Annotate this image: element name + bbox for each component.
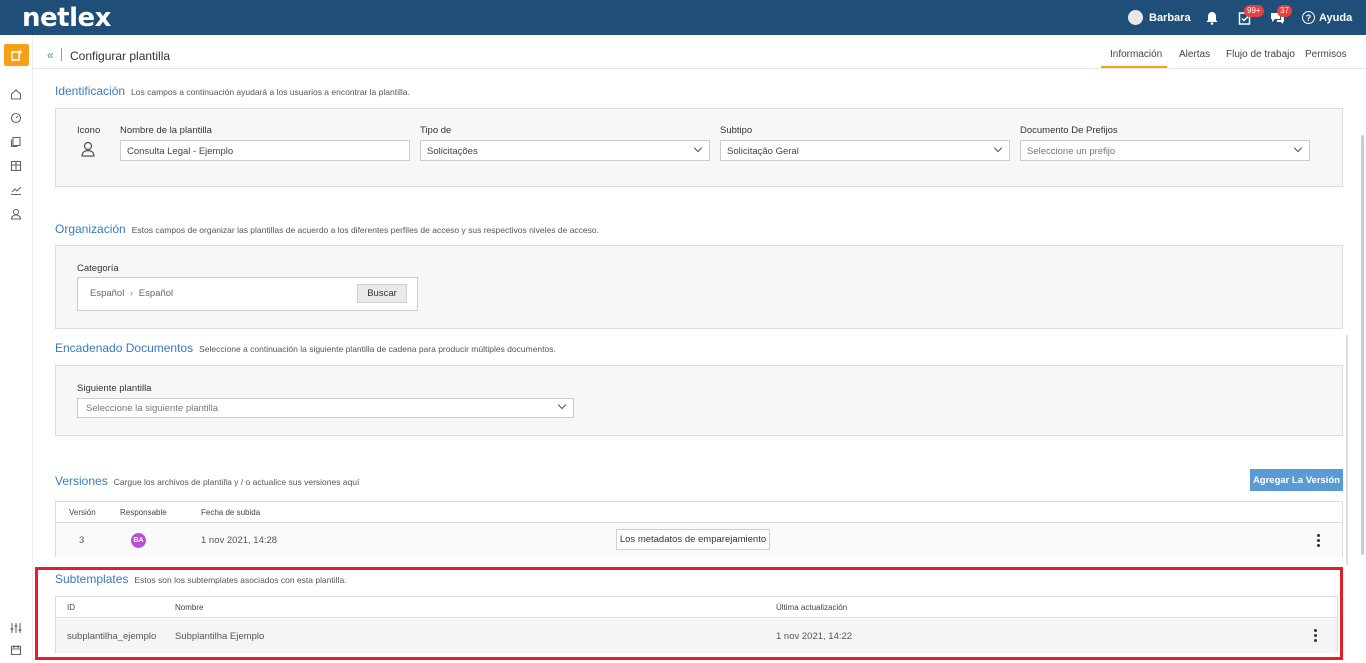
- settings-sliders-icon[interactable]: [9, 621, 23, 635]
- organizacion-header: Organización Estos campos de organizar l…: [55, 222, 599, 236]
- user-icon[interactable]: [9, 207, 23, 221]
- section-title: Identificación: [55, 84, 126, 98]
- home-icon[interactable]: [9, 87, 23, 101]
- netlex-logo[interactable]: netlex: [22, 3, 111, 33]
- tab-flujo-de-trabajo[interactable]: Flujo de trabajo: [1226, 49, 1295, 60]
- user-name: Barbara: [1149, 11, 1191, 24]
- content-divider: [1346, 335, 1348, 565]
- identificacion-header: Identificación Los campos a continuación…: [55, 84, 410, 98]
- subtype-value: Solicitação Geral: [727, 146, 799, 157]
- column-header: ID: [67, 603, 75, 612]
- tasks-badge: 99+: [1244, 5, 1264, 17]
- help-icon: ?: [1302, 11, 1315, 24]
- reports-icon[interactable]: [9, 183, 23, 197]
- documents-icon[interactable]: [9, 135, 23, 149]
- template-name-field[interactable]: Consulta Legal - Ejemplo: [120, 140, 410, 161]
- id-cell: subplantilha_ejemplo: [67, 631, 157, 642]
- encadenado-header: Encadenado Documentos Seleccione a conti…: [55, 341, 556, 355]
- subtype-label: Subtipo: [720, 125, 753, 136]
- prefix-select[interactable]: Seleccione un prefijo: [1020, 140, 1310, 161]
- column-header: Versión: [69, 508, 96, 517]
- template-user-icon[interactable]: [79, 140, 97, 161]
- chat-badge: 37: [1277, 5, 1292, 17]
- help-label: Ayuda: [1319, 11, 1353, 24]
- chevron-down-icon: [693, 143, 703, 153]
- more-options-icon[interactable]: [1314, 629, 1317, 642]
- subtemplates-header: Subtemplates Estos son los subtemplates …: [55, 572, 347, 586]
- help-link[interactable]: ? Ayuda: [1302, 11, 1352, 24]
- calendar-icon[interactable]: [9, 643, 23, 657]
- type-value: Solicitações: [427, 146, 478, 157]
- section-title: Subtemplates: [55, 572, 129, 586]
- tab-alertas[interactable]: Alertas: [1179, 49, 1210, 60]
- type-select[interactable]: Solicitações: [420, 140, 710, 161]
- identificacion-panel: Icono Nombre de la plantilla Consulta Le…: [55, 108, 1343, 187]
- column-header: Última actualización: [776, 603, 848, 612]
- chevron-down-icon: [993, 143, 1003, 153]
- collapse-icon[interactable]: «: [47, 48, 54, 62]
- name-label: Nombre de la plantilla: [120, 125, 212, 136]
- column-header: Nombre: [175, 603, 204, 612]
- avatar: BA: [131, 533, 146, 548]
- chevron-down-icon: [1293, 143, 1303, 153]
- top-bar: netlex Barbara 99+ 37 ? Ayuda: [0, 0, 1366, 35]
- breadcrumb-item: Español: [90, 288, 125, 299]
- tab-informacion[interactable]: Información: [1110, 49, 1162, 60]
- section-description: Seleccione a continuación la siguiente p…: [199, 344, 556, 354]
- metadata-matching-button[interactable]: Los metadatos de emparejamiento: [616, 529, 770, 550]
- user-avatar: [1128, 10, 1143, 25]
- chevron-down-icon: [557, 400, 567, 410]
- section-description: Estos campos de organizar las plantillas…: [131, 225, 599, 235]
- dashboard-icon[interactable]: [9, 111, 23, 125]
- table-header: Versión Responsable Fecha de subida: [56, 502, 1342, 523]
- versions-table: Versión Responsable Fecha de subida 3 BA…: [55, 501, 1343, 557]
- subtemplates-table: ID Nombre Última actualización subplanti…: [55, 596, 1338, 653]
- breadcrumb-item: Español: [138, 288, 174, 299]
- templates-icon[interactable]: [4, 44, 29, 66]
- organizacion-panel: Categoría Español › Español Buscar: [55, 245, 1343, 329]
- category-field[interactable]: Español › Español Buscar: [77, 277, 418, 311]
- column-header: Responsable: [120, 508, 167, 517]
- tab-permisos[interactable]: Permisos: [1305, 49, 1347, 60]
- page-title: Configurar plantilla: [70, 49, 171, 63]
- type-label: Tipo de: [420, 125, 452, 136]
- left-rail: [0, 35, 33, 663]
- updated-cell: 1 nov 2021, 14:22: [776, 631, 853, 642]
- board-icon[interactable]: [9, 159, 23, 173]
- header-divider: [33, 68, 1366, 69]
- next-template-select[interactable]: Seleccione la siguiente plantilla: [77, 398, 574, 418]
- name-cell: Subplantilha Ejemplo: [175, 631, 265, 642]
- table-row[interactable]: 3 BA 1 nov 2021, 14:28 Los metadatos de …: [56, 524, 1342, 557]
- add-version-button[interactable]: Agregar La Versión: [1250, 469, 1343, 491]
- prefix-label: Documento De Prefijos: [1020, 125, 1118, 136]
- user-menu[interactable]: Barbara: [1128, 10, 1191, 25]
- prefix-placeholder: Seleccione un prefijo: [1027, 146, 1116, 157]
- section-description: Los campos a continuación ayudará a los …: [131, 87, 410, 97]
- search-button[interactable]: Buscar: [357, 284, 407, 303]
- section-description: Cargue los archivos de plantilla y / o a…: [113, 477, 360, 487]
- tasks-icon[interactable]: 99+: [1236, 5, 1264, 27]
- section-title: Encadenado Documentos: [55, 341, 194, 355]
- next-template-label: Siguiente plantilla: [77, 383, 152, 394]
- category-label: Categoría: [77, 263, 119, 274]
- versiones-header: Versiones Cargue los archivos de plantil…: [55, 474, 359, 488]
- scrollbar[interactable]: [1361, 135, 1364, 555]
- date-cell: 1 nov 2021, 14:28: [201, 535, 278, 546]
- section-title: Versiones: [55, 474, 108, 488]
- table-header: ID Nombre Última actualización: [56, 597, 1337, 618]
- divider: [61, 48, 62, 61]
- section-title: Organización: [55, 222, 126, 236]
- table-row[interactable]: subplantilha_ejemplo Subplantilha Ejempl…: [56, 619, 1337, 653]
- next-template-placeholder: Seleccione la siguiente plantilla: [86, 403, 219, 414]
- chat-icon[interactable]: 37: [1268, 5, 1292, 27]
- section-description: Estos son los subtemplates asociados con…: [134, 575, 347, 585]
- subtype-select[interactable]: Solicitação Geral: [720, 140, 1010, 161]
- version-cell: 3: [79, 535, 85, 546]
- column-header: Fecha de subida: [201, 508, 261, 517]
- encadenado-panel: Siguiente plantilla Seleccione la siguie…: [55, 365, 1343, 436]
- bell-icon[interactable]: [1203, 9, 1221, 27]
- more-options-icon[interactable]: [1317, 534, 1320, 547]
- chevron-right-icon: ›: [129, 288, 134, 299]
- icon-label: Icono: [77, 125, 101, 136]
